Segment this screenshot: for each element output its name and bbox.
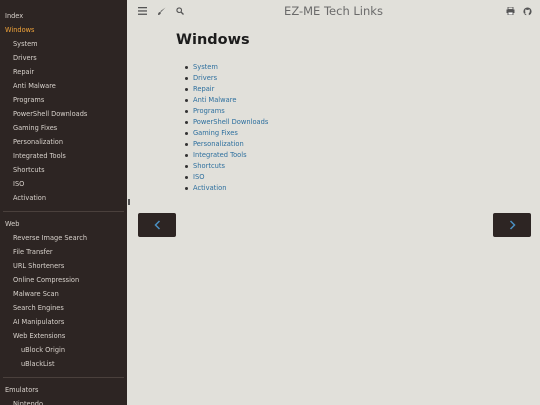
content-link-programs[interactable]: Programs (184, 106, 268, 117)
sidebar-item-ai-manipulators[interactable]: AI Manipulators (0, 315, 127, 329)
sidebar-item-url-shorteners[interactable]: URL Shorteners (0, 259, 127, 273)
content-link-drivers[interactable]: Drivers (184, 73, 268, 84)
content-link-anti-malware[interactable]: Anti Malware (184, 95, 268, 106)
chevron-right-icon (509, 220, 516, 230)
sidebar-item-malware-scan[interactable]: Malware Scan (0, 287, 127, 301)
sidebar-item-system[interactable]: System (0, 37, 127, 51)
sidebar-item-powershell-downloads[interactable]: PowerShell Downloads (0, 107, 127, 121)
content-link-powershell-downloads[interactable]: PowerShell Downloads (184, 117, 268, 128)
content-link-integrated-tools[interactable]: Integrated Tools (184, 150, 268, 161)
page-title: EZ-ME Tech Links (284, 4, 383, 18)
sidebar-item-activation[interactable]: Activation (0, 191, 127, 205)
sidebar-item-nintendo[interactable]: Nintendo (0, 397, 127, 405)
content-link-activation[interactable]: Activation (184, 183, 268, 194)
sidebar-item-repair[interactable]: Repair (0, 65, 127, 79)
sidebar-item-integrated-tools[interactable]: Integrated Tools (0, 149, 127, 163)
sidebar-resize-handle[interactable] (128, 199, 130, 205)
sidebar-separator (3, 211, 124, 212)
content-link-personalization[interactable]: Personalization (184, 139, 268, 150)
top-bar: EZ-ME Tech Links (127, 0, 540, 22)
sidebar-content: Index Windows System Drivers Repair Anti Malw… (0, 9, 127, 405)
github-icon[interactable] (520, 4, 534, 18)
link-list: System Drivers Repair Anti Malware Programs P… (176, 62, 268, 194)
sidebar-separator (3, 377, 124, 378)
sidebar-item-shortcuts[interactable]: Shortcuts (0, 163, 127, 177)
sidebar-item-emulators[interactable]: Emulators (0, 383, 127, 397)
sidebar-item-gaming-fixes[interactable]: Gaming Fixes (0, 121, 127, 135)
printer-icon[interactable] (503, 4, 517, 18)
sidebar-item-online-compression[interactable]: Online Compression (0, 273, 127, 287)
next-page-button[interactable] (493, 213, 531, 237)
sidebar: Index Windows System Drivers Repair Anti Malw… (0, 0, 127, 405)
sidebar-item-web-extensions[interactable]: Web Extensions (0, 329, 127, 343)
sidebar-item-ublock-origin[interactable]: uBlock Origin (0, 343, 127, 357)
main-content: Windows System Drivers Repair Anti Malware P… (176, 32, 268, 194)
content-link-system[interactable]: System (184, 62, 268, 73)
chevron-left-icon (153, 220, 160, 230)
sidebar-item-iso[interactable]: ISO (0, 177, 127, 191)
sidebar-item-drivers[interactable]: Drivers (0, 51, 127, 65)
sidebar-item-file-transfer[interactable]: File Transfer (0, 245, 127, 259)
sidebar-item-index[interactable]: Index (0, 9, 127, 23)
content-link-gaming-fixes[interactable]: Gaming Fixes (184, 128, 268, 139)
sidebar-item-reverse-image-search[interactable]: Reverse Image Search (0, 231, 127, 245)
content-heading: Windows (176, 32, 250, 48)
sidebar-item-web[interactable]: Web (0, 217, 127, 231)
sidebar-item-ublacklist[interactable]: uBlackList (0, 357, 127, 371)
content-link-shortcuts[interactable]: Shortcuts (184, 161, 268, 172)
sidebar-item-programs[interactable]: Programs (0, 93, 127, 107)
content-link-repair[interactable]: Repair (184, 84, 268, 95)
content-link-iso[interactable]: ISO (184, 172, 268, 183)
previous-page-button[interactable] (138, 213, 176, 237)
sidebar-item-anti-malware[interactable]: Anti Malware (0, 79, 127, 93)
sidebar-item-personalization[interactable]: Personalization (0, 135, 127, 149)
sidebar-item-windows[interactable]: Windows (0, 23, 127, 37)
sidebar-item-search-engines[interactable]: Search Engines (0, 301, 127, 315)
